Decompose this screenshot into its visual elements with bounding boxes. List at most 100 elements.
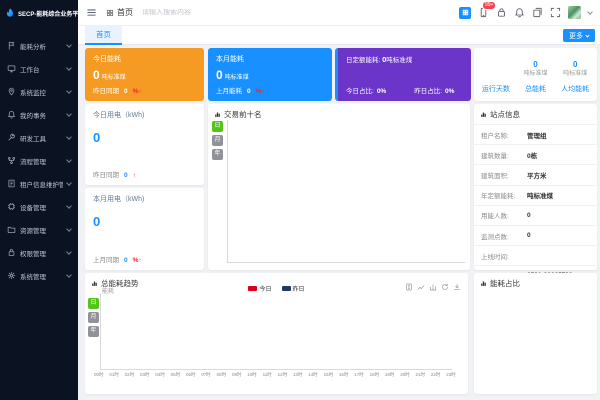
stats-card: 运行天数 0 吨标准煤 总能耗 0 吨标准煤 人均能耗 [474, 48, 597, 101]
sidebar-item[interactable]: 我的事务 [0, 103, 78, 126]
stat-column: 0 吨标准煤 总能耗 [516, 54, 556, 94]
sidebar-item-label: 能耗分析 [20, 41, 63, 51]
chevron-down-icon [66, 42, 72, 48]
site-info-row: 建筑面积: 平方米 [474, 164, 597, 184]
sidebar-item[interactable]: 工作台 [0, 57, 78, 80]
bar-chart-icon[interactable] [429, 283, 437, 291]
user-menu-chevron-icon[interactable] [587, 9, 593, 15]
site-info-row: 用能人数: 0 [474, 205, 597, 225]
sidebar-item-label: 系统监控 [20, 87, 63, 97]
chart-range-toggle[interactable]: 年 [212, 149, 223, 160]
compare-value: 0 [124, 257, 128, 264]
ratio-chart-card: 能耗占比 [474, 273, 597, 394]
bell-icon[interactable] [514, 7, 525, 18]
chevron-down-icon [66, 65, 72, 71]
chart-range-toggle[interactable]: 日 [212, 121, 223, 132]
today-power-card: 今日用电（kWh) 0 昨日同期0↑ [85, 104, 204, 185]
menu-icon[interactable] [86, 7, 97, 18]
messages-icon[interactable]: 99+ [478, 7, 489, 18]
chart-icon [214, 111, 221, 118]
gear-icon [7, 271, 16, 280]
sidebar-item[interactable]: 流程管理 [0, 149, 78, 172]
sidebar-item[interactable]: 能耗分析 [0, 34, 78, 57]
sidebar-item-label: 系统管理 [20, 271, 63, 281]
x-axis-tick-label: 20时 [400, 372, 410, 378]
chevron-down-icon [66, 111, 72, 117]
site-info-row: 监测点数: 0 [474, 225, 597, 245]
x-axis-tick-label: 00时 [94, 372, 104, 378]
sidebar-menu: 能耗分析 工作台 系统监控 我的事务 [0, 26, 78, 287]
chart-icon [480, 280, 487, 287]
chart-range-toggle[interactable]: 日 [88, 298, 99, 309]
x-axis-tick-label: 19时 [385, 372, 395, 378]
lock-screen-icon[interactable] [496, 7, 507, 18]
compare-suffix: %↑ [133, 88, 142, 95]
sidebar-item[interactable]: 租户信息维护管理 [0, 172, 78, 195]
download-icon[interactable] [453, 283, 461, 291]
sidebar: SECP-能耗综合业务平台 能耗分析 工作台 系统监控 [0, 0, 78, 400]
site-info-rows: 租户名称: 管理组 建筑数量: 0栋 建筑面积: 平方米 年定额能耗: 吨标准煤 [474, 124, 597, 286]
quota-yesterday-value: 0% [445, 88, 454, 95]
quota-today-label: 今日占比: [346, 85, 374, 95]
apps-icon[interactable] [459, 7, 471, 19]
x-axis-tick-label: 04时 [155, 372, 165, 378]
sidebar-item-label: 研发工具 [20, 133, 63, 143]
chart-icon [480, 111, 487, 118]
stat-column: 运行天数 [476, 54, 516, 94]
legend-item[interactable]: 今日 [248, 284, 271, 293]
sidebar-item-label: 权限管理 [20, 248, 63, 258]
x-axis-tick-label: 17时 [354, 372, 364, 378]
app-logo: SECP-能耗综合业务平台 [0, 0, 78, 26]
x-axis-tick-label: 06时 [186, 372, 196, 378]
chart-range-toggle[interactable]: 年 [88, 326, 99, 337]
kpi-value: 0 [216, 68, 223, 82]
folder-icon [7, 225, 16, 234]
chevron-down-icon [66, 134, 72, 140]
kpi-unit: 吨标准煤 [225, 75, 249, 81]
chart-toolbar [405, 283, 461, 291]
chevron-down-icon [66, 249, 72, 255]
fullscreen-icon[interactable] [550, 7, 561, 18]
sidebar-item-label: 我的事务 [20, 110, 63, 120]
sidebar-item[interactable]: 权限管理 [0, 241, 78, 264]
more-button[interactable]: 更多 [563, 29, 595, 42]
grid-icon [106, 9, 114, 17]
site-row-value: 0栋 [527, 150, 537, 160]
chevron-down-icon [66, 272, 72, 278]
search-input[interactable] [142, 9, 224, 16]
sidebar-item[interactable]: 设备管理 [0, 195, 78, 218]
sidebar-item[interactable]: 研发工具 [0, 126, 78, 149]
sidebar-item[interactable]: 系统管理 [0, 264, 78, 287]
data-view-icon[interactable] [405, 283, 413, 291]
chart-range-toggle[interactable]: 月 [212, 135, 223, 146]
compare-suffix: ↑ [133, 172, 136, 179]
chevron-down-icon [66, 203, 72, 209]
copy-icon[interactable] [532, 7, 543, 18]
top-header: 首页 99+ [78, 0, 600, 26]
site-row-value: 0 [527, 212, 531, 219]
refresh-icon[interactable] [441, 283, 449, 291]
chart-range-toggle[interactable]: 月 [88, 312, 99, 323]
x-axis-tick-label: 16时 [339, 372, 349, 378]
bell-icon [7, 110, 16, 119]
line-chart-icon[interactable] [417, 283, 425, 291]
site-info-row: 建筑数量: 0栋 [474, 144, 597, 164]
avatar[interactable] [568, 6, 581, 19]
tab-home[interactable]: 首页 [85, 26, 122, 45]
sidebar-item[interactable]: 资源管理 [0, 218, 78, 241]
lock-icon [7, 248, 16, 257]
app-title: SECP-能耗综合业务平台 [18, 9, 84, 18]
monitor-icon [7, 64, 16, 73]
x-axis-tick-label: 08时 [217, 372, 227, 378]
quota-label: 日定额能耗: [346, 57, 380, 64]
sidebar-item[interactable]: 系统监控 [0, 80, 78, 103]
compare-value: 0 [124, 88, 128, 95]
nav-home[interactable]: 首页 [106, 7, 133, 18]
legend-item[interactable]: 昨日 [282, 284, 305, 293]
stat-value: 0 [573, 60, 577, 69]
flag-icon [7, 41, 16, 50]
x-axis-tick-label: 02时 [125, 372, 135, 378]
x-axis-tick-label: 11时 [263, 372, 272, 378]
kpi-value: 0 [93, 68, 100, 82]
compare-suffix: %↑ [133, 257, 142, 264]
